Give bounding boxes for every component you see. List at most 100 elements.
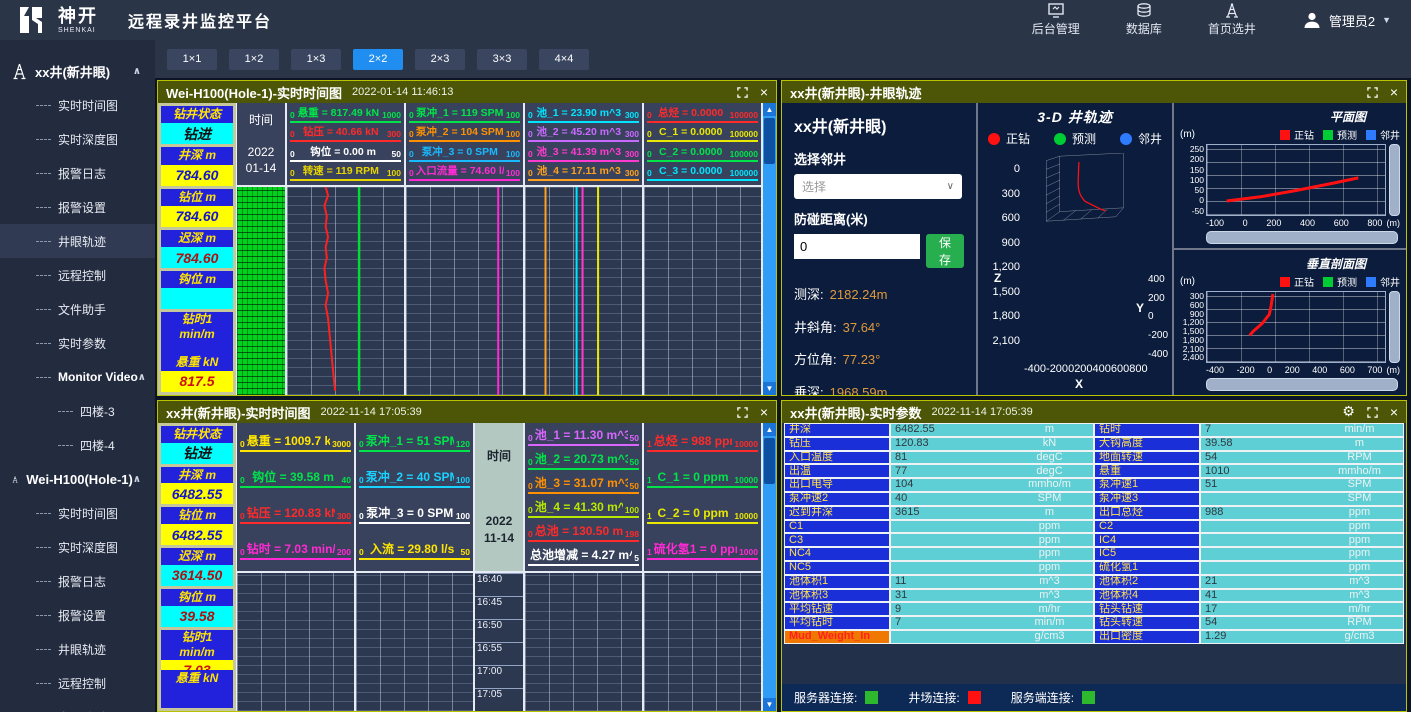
vertical-scrollbar[interactable]: ▲ ▼: [763, 103, 776, 395]
close-icon[interactable]: ×: [760, 85, 768, 99]
layout-button[interactable]: 3×3: [477, 49, 527, 70]
sidebar-item[interactable]: 井眼轨迹 ∧: [0, 632, 155, 666]
nav-home-label: 首页选井: [1208, 20, 1256, 37]
close-icon[interactable]: ×: [1390, 405, 1398, 419]
param-label: 迟到井深: [784, 506, 890, 520]
nav-database[interactable]: 数据库: [1126, 3, 1162, 37]
panel-realtime-params: xx井(新井眼)-实时参数 2022-11-14 17:05:39 ⚙ × 井深…: [781, 400, 1407, 712]
param-unit: ppm: [1316, 533, 1404, 547]
connection-status: 服务端连接:: [1011, 689, 1095, 706]
plan-legend: 正钻 预测 邻井: [1280, 127, 1400, 142]
legend-item: 邻井: [1366, 127, 1400, 142]
panel-date: 2022-11-14 17:05:39: [320, 406, 421, 418]
scroll-up-icon[interactable]: ▲: [763, 103, 776, 116]
layout-button[interactable]: 1×3: [291, 49, 341, 70]
scroll-thumb[interactable]: [764, 438, 775, 484]
sidebar-item[interactable]: 实时深度图 ∧: [0, 122, 155, 156]
table-row: 池体积1 11 m^3 池体积2 21 m^3: [784, 575, 1404, 589]
time-column-header: 时间 2022 11-14: [475, 423, 523, 573]
param-value: 3615: [890, 506, 1006, 520]
status-value: 6482.55: [161, 524, 233, 545]
sidebar-item[interactable]: Wei-H100(Hole-1) ∧: [0, 462, 155, 496]
sidebar-item[interactable]: 井眼轨迹 ∧: [0, 224, 155, 258]
vertical-scrollbar[interactable]: ▲ ▼: [763, 423, 776, 711]
plan-vertical-scrollbar[interactable]: [1389, 144, 1400, 216]
status-value: [161, 288, 233, 309]
panel-title: xx井(新井眼)-实时参数: [790, 403, 921, 422]
section-unit: (m): [1180, 276, 1195, 287]
status-cell: 悬重 kN 817.5: [161, 354, 233, 392]
param-value: 6482.55: [890, 423, 1006, 437]
table-row: 平均钻时 7 min/m 钻头转速 54 RPM: [784, 616, 1404, 630]
layout-button[interactable]: 2×3: [415, 49, 465, 70]
status-cell: 钻井状态 钻进: [161, 426, 233, 464]
collapse-icon: ∧: [133, 474, 141, 485]
tree-line: [58, 445, 73, 446]
expand-icon[interactable]: [1367, 407, 1378, 418]
sidebar-item[interactable]: 实时时间图 ∧: [0, 496, 155, 530]
legend-item: 预测: [1054, 130, 1096, 147]
tracks: 0 悬重 = 817.49 kN 1000 0 钻压 = 40.66 kN 30…: [287, 103, 763, 395]
close-icon[interactable]: ×: [760, 405, 768, 419]
status-cell: 钻位 m 6482.55: [161, 507, 233, 545]
select-caret-icon: ∨: [947, 181, 954, 192]
plan-horizontal-scrollbar[interactable]: [1206, 231, 1398, 244]
close-icon[interactable]: ×: [1390, 85, 1398, 99]
sidebar-item[interactable]: 远程控制 ∧: [0, 258, 155, 292]
chart-3d-title: 3-D 井轨迹: [980, 107, 1170, 127]
trajectory-side-charts: 平面图 (m) 正钻 预测: [1172, 103, 1406, 395]
sidebar-item-label: 四楼-3: [80, 403, 115, 420]
legend-item: 邻井: [1366, 274, 1400, 289]
anticollision-distance-input[interactable]: [794, 234, 920, 259]
sidebar-item[interactable]: Monitor Video ∧: [0, 360, 155, 394]
status-label: 钩位 m: [161, 589, 233, 606]
time-column: 时间 2022 01-14: [237, 103, 287, 395]
scroll-thumb[interactable]: [764, 118, 775, 164]
status-value: [161, 687, 233, 708]
sidebar-item[interactable]: 实时参数 ∧: [0, 326, 155, 360]
scroll-down-icon[interactable]: ▼: [763, 698, 776, 711]
sidebar-item[interactable]: 报警日志 ∧: [0, 564, 155, 598]
sidebar-item[interactable]: 实时时间图 ∧: [0, 88, 155, 122]
sidebar-item[interactable]: 实时深度图 ∧: [0, 530, 155, 564]
shenkai-logo-icon: [16, 5, 46, 35]
sidebar-item[interactable]: 文件助手 ∧: [0, 292, 155, 326]
app-root: 神开 SHENKAI 远程录井监控平台 后台管理 数据库: [0, 0, 1411, 712]
sidebar-item[interactable]: 报警日志 ∧: [0, 156, 155, 190]
scroll-up-icon[interactable]: ▲: [763, 423, 776, 436]
y-axis-ticks: 4002000-200-400: [1148, 274, 1168, 360]
curve-label: 0 转速 = 119 RPM 100: [290, 165, 401, 181]
layout-button[interactable]: 1×1: [167, 49, 217, 70]
param-label: 平均钻速: [784, 602, 890, 616]
expand-icon[interactable]: [1367, 87, 1378, 98]
time-column: 时间 2022 11-14 16:4016:4516:5016:5517:001…: [475, 423, 525, 711]
nav-admin[interactable]: 后台管理: [1032, 3, 1080, 37]
sidebar-item[interactable]: 远程控制 ∧: [0, 666, 155, 700]
chart-region: 时间 2022 01-14 0: [236, 103, 763, 395]
sidebar-item[interactable]: 四楼-3 ∧: [0, 394, 155, 428]
database-icon: [1136, 3, 1152, 18]
sidebar-item[interactable]: 报警设置 ∧: [0, 598, 155, 632]
expand-icon[interactable]: [737, 87, 748, 98]
plan-x-unit: (m): [1387, 218, 1401, 228]
sidebar-item[interactable]: 文件助手 ∧: [0, 700, 155, 712]
user-menu[interactable]: 管理员2 ▼: [1302, 10, 1391, 30]
save-button[interactable]: 保存: [926, 234, 964, 268]
scroll-down-icon[interactable]: ▼: [763, 382, 776, 395]
panel-title-bar: xx井(新井眼)-井眼轨迹 ×: [782, 81, 1406, 103]
section-vertical-scrollbar[interactable]: [1389, 291, 1400, 363]
nav-home-well[interactable]: 首页选井: [1208, 3, 1256, 37]
sidebar-item[interactable]: 报警设置 ∧: [0, 190, 155, 224]
sidebar-item[interactable]: 四楼-4 ∧: [0, 428, 155, 462]
section-horizontal-scrollbar[interactable]: [1206, 378, 1398, 391]
table-row: 泵冲速2 40 SPM 泵冲速3 SPM: [784, 492, 1404, 506]
layout-button[interactable]: 2×2: [353, 49, 403, 70]
layout-button[interactable]: 4×4: [539, 49, 589, 70]
layout-button[interactable]: 1×2: [229, 49, 279, 70]
sidebar-item[interactable]: xx井(新井眼) ∧: [0, 54, 155, 88]
param-value: 31: [890, 589, 1006, 603]
offset-well-select[interactable]: 选择 ∨: [794, 174, 962, 199]
param-label: 硫化氢1: [1094, 561, 1200, 575]
gear-icon[interactable]: ⚙: [1342, 405, 1355, 419]
expand-icon[interactable]: [737, 407, 748, 418]
